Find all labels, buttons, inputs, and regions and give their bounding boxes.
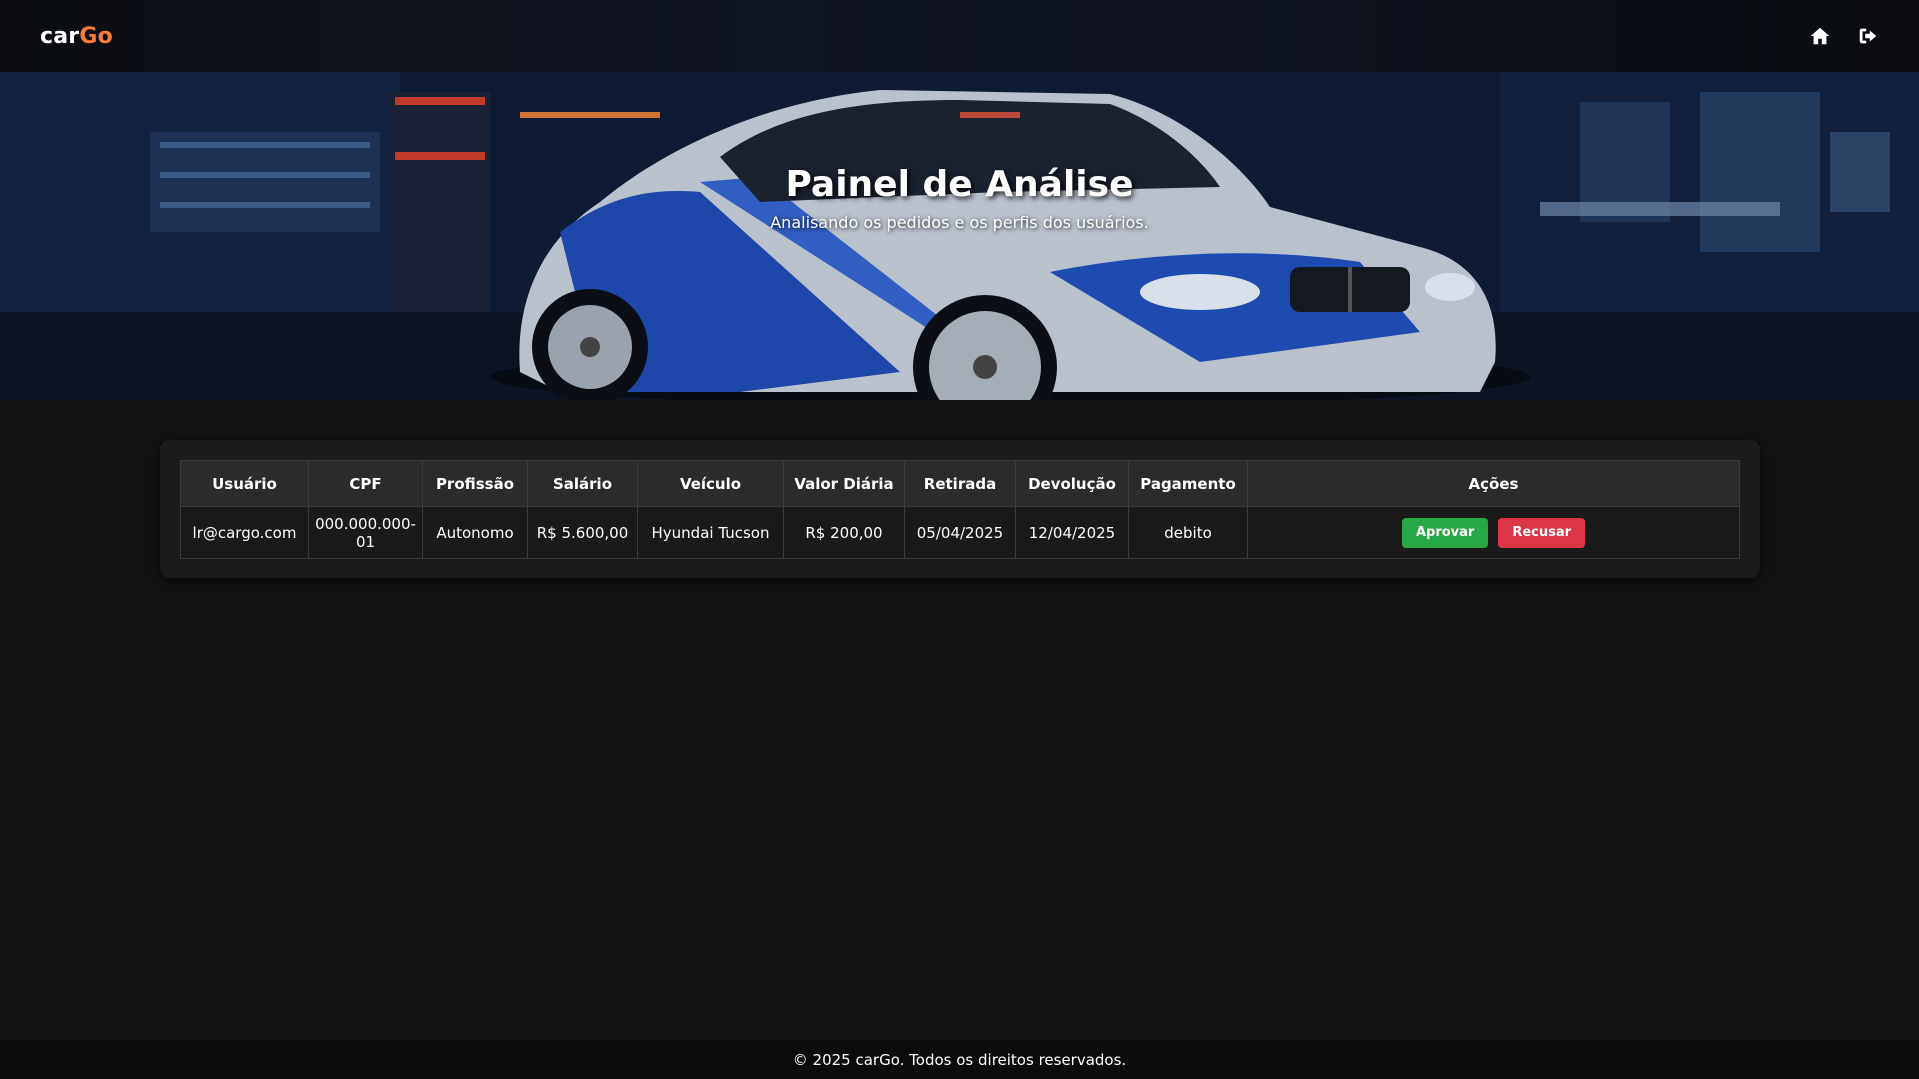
page-subtitle: Analisando os pedidos e os perfis dos us… (770, 213, 1149, 232)
navbar: carGo (0, 0, 1919, 72)
hero-text: Painel de Análise Analisando os pedidos … (0, 72, 1919, 400)
reject-button[interactable]: Recusar (1498, 517, 1586, 548)
header-acoes: Ações (1247, 460, 1740, 507)
cell-usuario: lr@cargo.com (180, 506, 309, 559)
home-button[interactable] (1807, 23, 1833, 49)
cell-cpf: 000.000.000-01 (308, 506, 423, 559)
home-icon (1810, 27, 1830, 45)
header-pagamento: Pagamento (1128, 460, 1248, 507)
cell-retirada: 05/04/2025 (904, 506, 1016, 559)
requests-table: Usuário CPF Profissão Salário Veículo Va… (180, 460, 1740, 559)
row-actions: Aprovar Recusar (1248, 517, 1739, 548)
cell-salario: R$ 5.600,00 (527, 506, 638, 559)
cell-acoes: Aprovar Recusar (1247, 506, 1740, 559)
logo-go: Go (79, 23, 113, 49)
logo[interactable]: carGo (40, 24, 113, 49)
logout-button[interactable] (1855, 23, 1881, 49)
logout-icon (1859, 28, 1877, 44)
approve-button[interactable]: Aprovar (1401, 517, 1489, 548)
cell-devolucao: 12/04/2025 (1015, 506, 1129, 559)
header-cpf: CPF (308, 460, 423, 507)
header-veiculo: Veículo (637, 460, 784, 507)
table-header-row: Usuário CPF Profissão Salário Veículo Va… (180, 460, 1740, 507)
cell-pagamento: debito (1128, 506, 1248, 559)
cell-profissao: Autonomo (422, 506, 528, 559)
header-profissao: Profissão (422, 460, 528, 507)
header-usuario: Usuário (180, 460, 309, 507)
cell-valor-diaria: R$ 200,00 (783, 506, 905, 559)
page-title: Painel de Análise (785, 164, 1134, 205)
header-devolucao: Devolução (1015, 460, 1129, 507)
nav-icons (1807, 23, 1881, 49)
footer: © 2025 carGo. Todos os direitos reservad… (0, 1040, 1919, 1079)
header-retirada: Retirada (904, 460, 1016, 507)
table-row: lr@cargo.com 000.000.000-01 Autonomo R$ … (180, 506, 1740, 559)
requests-card: Usuário CPF Profissão Salário Veículo Va… (160, 440, 1760, 578)
header-valor-diaria: Valor Diária (783, 460, 905, 507)
hero-banner: Painel de Análise Analisando os pedidos … (0, 72, 1919, 400)
footer-copyright: © 2025 carGo. Todos os direitos reservad… (792, 1050, 1127, 1069)
logo-car: car (40, 23, 80, 49)
cell-veiculo: Hyundai Tucson (637, 506, 784, 559)
header-salario: Salário (527, 460, 638, 507)
